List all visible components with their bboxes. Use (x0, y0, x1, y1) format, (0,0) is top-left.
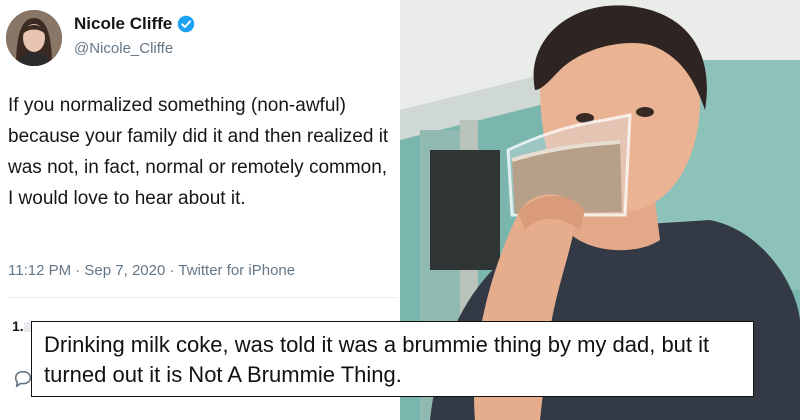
author-name-row[interactable]: Nicole Cliffe (74, 14, 195, 34)
tweet-text: If you normalized something (non-awful) … (8, 95, 389, 209)
avatar-image (6, 10, 62, 66)
verified-badge-icon (177, 15, 195, 33)
author-name[interactable]: Nicole Cliffe (74, 14, 172, 34)
divider (8, 297, 398, 298)
tweet-timestamp[interactable]: 11:12 PM · Sep 7, 2020 · Twitter for iPh… (8, 262, 295, 279)
author-handle[interactable]: @Nicole_Cliffe (74, 40, 173, 57)
caption-text: Drinking milk coke, was told it was a br… (44, 332, 710, 387)
engagement-count[interactable]: 1. (12, 318, 24, 334)
avatar[interactable] (6, 10, 62, 66)
caption-box: Drinking milk coke, was told it was a br… (31, 321, 754, 397)
